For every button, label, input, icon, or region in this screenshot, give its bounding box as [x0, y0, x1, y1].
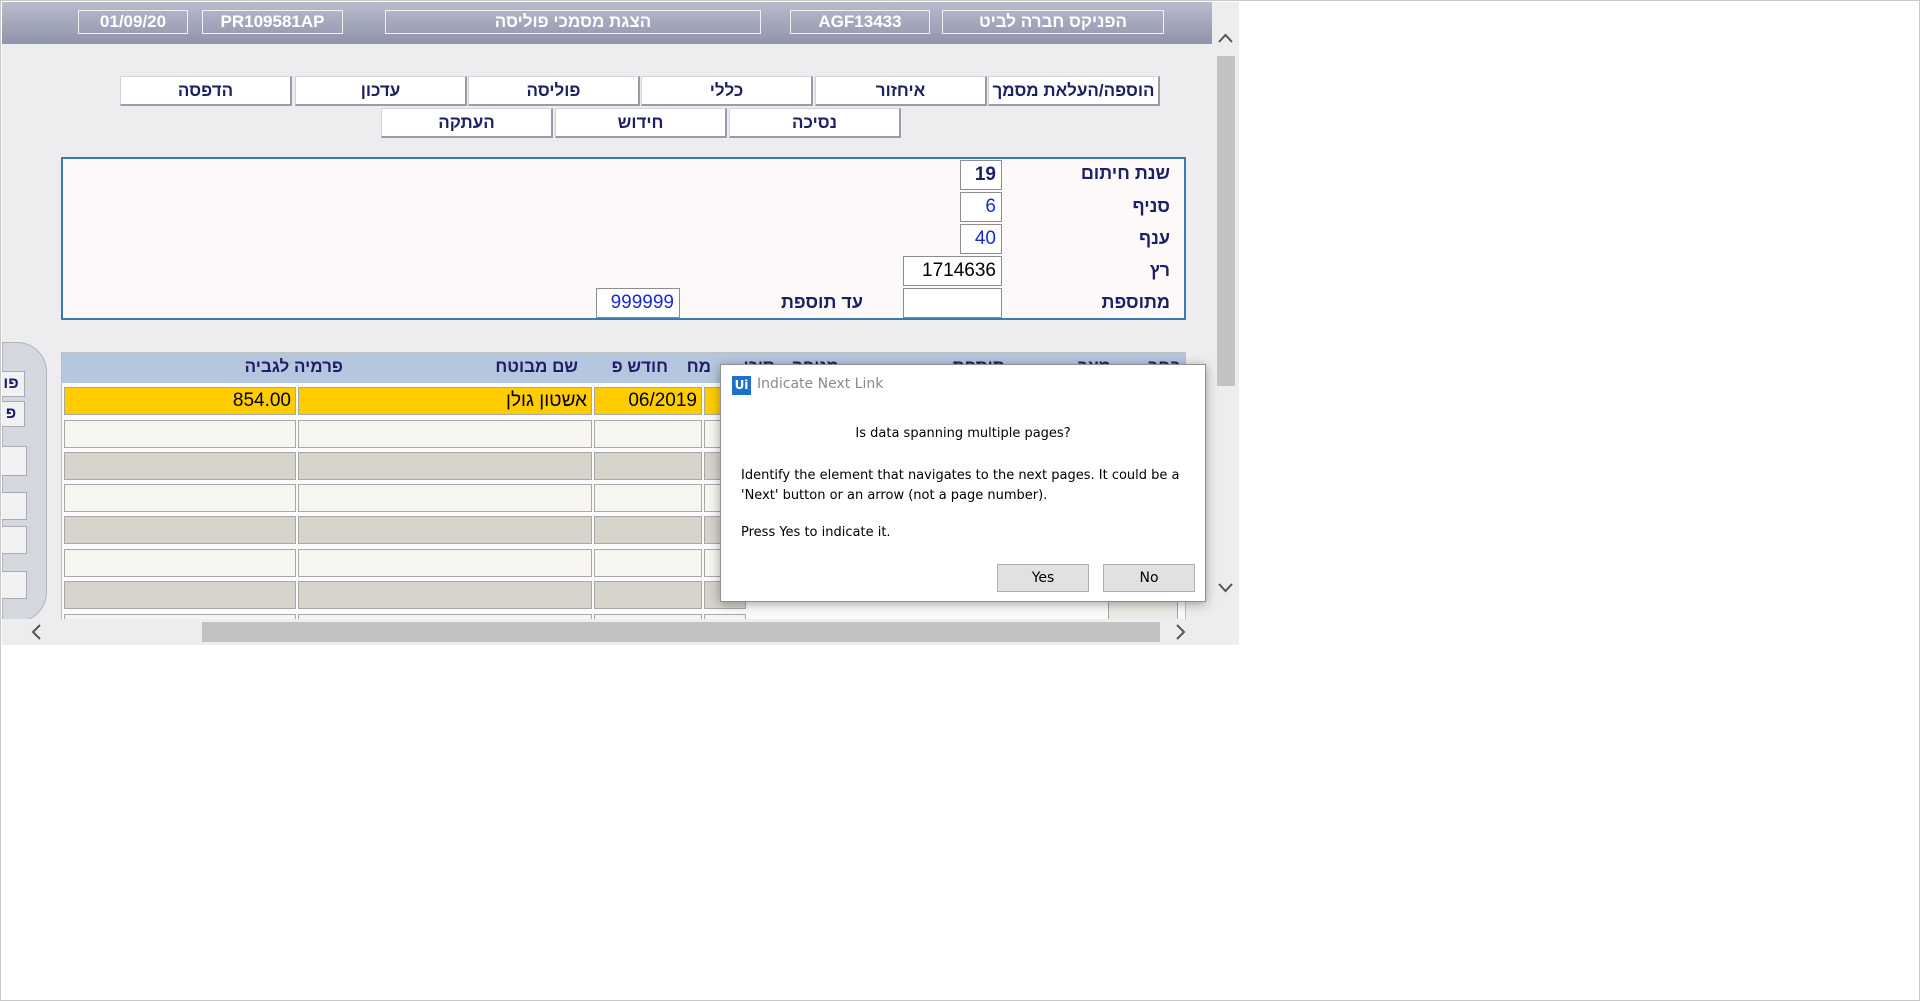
scroll-up-icon[interactable] [1212, 28, 1239, 48]
uipath-logo-icon: Ui [732, 376, 751, 395]
screen: הפניקס חברה לביט AGF13433 הצגת מסמכי פול… [0, 0, 1920, 1001]
to-addition-field[interactable]: 999999 [596, 288, 680, 318]
company-name: הפניקס חברה לביט [942, 10, 1164, 34]
horizontal-scrollbar[interactable] [2, 619, 1212, 645]
header-bar: הפניקס חברה לביט AGF13433 הצגת מסמכי פול… [2, 2, 1212, 44]
sector-field[interactable]: 40 [960, 224, 1002, 254]
empty-cell [594, 420, 702, 448]
no-button[interactable]: No [1103, 564, 1195, 592]
from-addition-label: מתוספת [1101, 292, 1170, 312]
year-label: שנת חיתום [1080, 163, 1170, 183]
scroll-down-icon[interactable] [1212, 578, 1239, 598]
horizontal-scroll-thumb[interactable] [202, 622, 1160, 642]
col-premium: פרמיה לגביה [244, 357, 343, 376]
side-panel: פו פ [2, 342, 47, 622]
col-insured-name: שם מבוטח [495, 357, 578, 376]
header-date: 01/09/20 [78, 10, 188, 34]
tab-nesika[interactable]: נסיכה [729, 108, 901, 138]
empty-cell [298, 484, 592, 512]
empty-cell [594, 549, 702, 577]
empty-cell [594, 484, 702, 512]
policy-app-window: הפניקס חברה לביט AGF13433 הצגת מסמכי פול… [2, 2, 1239, 645]
empty-cell [298, 516, 592, 544]
policy-search-form: שנת חיתום 19 סניף 6 ענף 40 רץ 1714636 מת… [61, 157, 1186, 320]
branch-label: סניף [1132, 196, 1170, 216]
scroll-left-icon[interactable] [27, 619, 47, 645]
tab-add-document[interactable]: הוספה/העלאת מסמך [988, 76, 1160, 106]
empty-cell [64, 452, 296, 480]
tab-general[interactable]: כללי [641, 76, 813, 106]
empty-cell [64, 581, 296, 609]
tab-update[interactable]: עדכון [295, 76, 467, 106]
agent-code: AGF13433 [790, 10, 930, 34]
empty-cell [594, 516, 702, 544]
screen-title: הצגת מסמכי פוליסה [385, 10, 761, 34]
empty-cell [64, 484, 296, 512]
empty-cell [64, 549, 296, 577]
serial-field[interactable]: 1714636 [903, 256, 1002, 286]
empty-cell [298, 581, 592, 609]
row1-insured[interactable]: אשטון גולן [298, 387, 592, 415]
vertical-scrollbar[interactable] [1212, 2, 1239, 645]
col-mh: מח [686, 357, 711, 376]
tab-renewal[interactable]: חידוש [555, 108, 727, 138]
empty-cell [64, 516, 296, 544]
vertical-scroll-thumb[interactable] [1217, 56, 1235, 386]
yes-button[interactable]: Yes [997, 564, 1089, 592]
empty-cell [64, 420, 296, 448]
year-field[interactable]: 19 [960, 160, 1002, 190]
policy-code: PR109581AP [202, 10, 343, 34]
branch-field[interactable]: 6 [960, 192, 1002, 222]
indicate-next-link-dialog: Ui Indicate Next Link Is data spanning m… [720, 364, 1206, 602]
tab-policy[interactable]: פוליסה [468, 76, 640, 106]
scroll-right-icon[interactable] [1170, 619, 1190, 645]
empty-cell [298, 452, 592, 480]
empty-cell [594, 581, 702, 609]
side-button-4[interactable] [2, 492, 27, 520]
empty-cell [298, 549, 592, 577]
tab-retrieval[interactable]: איחזור [815, 76, 987, 106]
side-button-1[interactable]: פו [2, 371, 25, 397]
side-button-3[interactable] [2, 446, 27, 476]
dialog-question: Is data spanning multiple pages? [855, 426, 1071, 441]
dialog-body: Identify the element that navigates to t… [741, 468, 1180, 503]
row1-premium[interactable]: 854.00 [64, 387, 296, 415]
serial-label: רץ [1149, 260, 1170, 280]
col-month: חודש פ [611, 357, 668, 376]
empty-cell [298, 420, 592, 448]
dialog-note: Press Yes to indicate it. [741, 525, 891, 540]
dialog-title: Indicate Next Link [757, 376, 884, 392]
sector-label: ענף [1138, 228, 1170, 248]
empty-cell [594, 452, 702, 480]
side-button-5[interactable] [2, 526, 27, 554]
tab-print[interactable]: הדפסה [120, 76, 292, 106]
tab-copy[interactable]: העתקה [381, 108, 553, 138]
row1-month[interactable]: 06/2019 [594, 387, 702, 415]
side-button-2[interactable]: פ [2, 401, 25, 427]
side-button-6[interactable] [2, 571, 27, 599]
from-addition-field[interactable] [903, 288, 1002, 318]
to-addition-label: עד תוספת [780, 292, 863, 312]
